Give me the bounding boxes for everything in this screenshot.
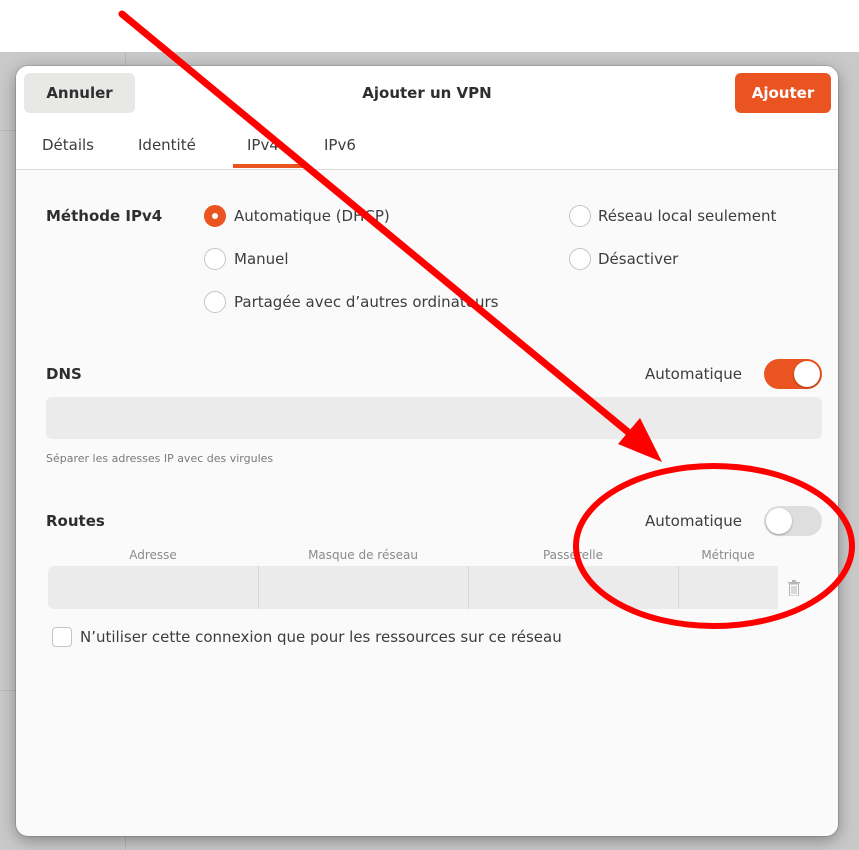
radio-shared[interactable] [204,291,226,313]
column-metric: Métrique [701,548,755,562]
routes-label: Routes [46,512,105,530]
dns-input[interactable] [46,397,822,439]
route-divider [678,566,679,609]
trash-icon[interactable] [788,580,800,596]
radio-manual[interactable] [204,248,226,270]
only-resources-label: N’utiliser cette connexion que pour les … [80,628,562,646]
column-netmask: Masque de réseau [308,548,418,562]
only-resources-checkbox[interactable] [52,627,72,647]
radio-local-only-label: Réseau local seulement [598,207,777,225]
dns-automatic-label: Automatique [645,365,742,383]
dialog-title: Ajouter un VPN [362,84,492,102]
route-address-input[interactable] [48,566,258,609]
route-netmask-input[interactable] [258,566,468,609]
dialog-header: Annuler Ajouter un VPN Ajouter Détails I… [16,66,838,170]
column-address: Adresse [129,548,177,562]
radio-manual-label: Manuel [234,250,289,268]
radio-shared-label: Partagée avec d’autres ordinateurs [234,293,499,311]
ipv4-method-label: Méthode IPv4 [46,207,163,225]
tab-identity[interactable]: Identité [138,136,196,154]
radio-automatic-dhcp-label: Automatique (DHCP) [234,207,390,225]
switch-knob [794,361,820,387]
route-divider [468,566,469,609]
tab-ipv6[interactable]: IPv6 [324,136,356,154]
radio-local-only[interactable] [569,205,591,227]
radio-disable[interactable] [569,248,591,270]
radio-automatic-dhcp[interactable] [204,205,226,227]
routes-automatic-switch[interactable] [764,506,822,536]
dns-hint: Séparer les adresses IP avec des virgule… [46,452,274,465]
route-gateway-input[interactable] [468,566,678,609]
dns-label: DNS [46,365,82,383]
dns-automatic-switch[interactable] [764,359,822,389]
add-button[interactable]: Ajouter [735,73,831,113]
route-divider [258,566,259,609]
radio-disable-label: Désactiver [598,250,679,268]
tab-details[interactable]: Détails [42,136,94,154]
column-gateway: Passerelle [542,548,604,562]
add-vpn-dialog: Annuler Ajouter un VPN Ajouter Détails I… [16,66,838,836]
switch-knob [766,508,792,534]
active-tab-indicator [233,164,305,168]
routes-automatic-label: Automatique [645,512,742,530]
tab-ipv4[interactable]: IPv4 [247,136,279,154]
route-metric-input[interactable] [678,566,778,609]
